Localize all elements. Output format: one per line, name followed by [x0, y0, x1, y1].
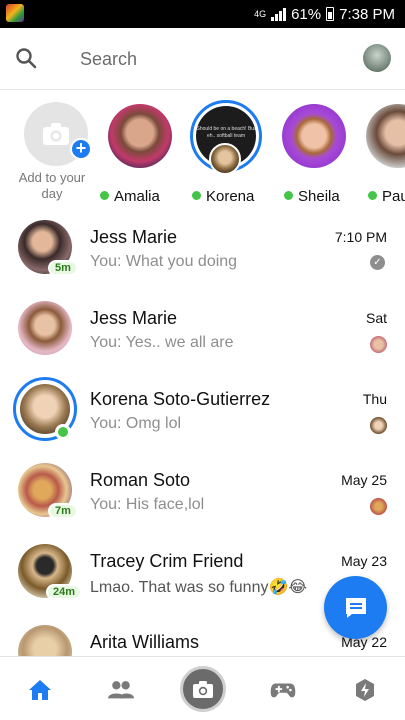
add-story-circle[interactable]: + — [24, 102, 92, 166]
online-dot — [100, 191, 109, 200]
last-message: You: His face,lol — [90, 496, 205, 513]
home-icon — [29, 680, 51, 700]
contact-name: Jess Marie — [90, 308, 178, 328]
search-input[interactable] — [80, 46, 330, 72]
profile-avatar[interactable] — [363, 44, 391, 72]
active-time-badge: 5m — [48, 260, 78, 276]
active-time-badge: 24m — [46, 584, 83, 600]
stories-row: + Add to your day Amalia Should be on a … — [0, 90, 405, 208]
new-message-button[interactable] — [324, 576, 387, 639]
contact-name: Jess Marie — [90, 227, 178, 247]
message-time: 7:10 PM — [334, 229, 387, 245]
battery-percent: 61% — [291, 5, 322, 23]
story-avatar[interactable] — [366, 104, 405, 168]
story-preview-text: Should be on a beach! But eh.. softball … — [196, 126, 256, 139]
battery-icon — [326, 7, 335, 21]
chat-row[interactable]: 7m Roman Soto You: His face,lol May 25 — [0, 451, 405, 532]
games-icon — [270, 683, 296, 698]
sent-check-icon: ✓ — [370, 255, 385, 270]
status-indicators: 4G 61% 7:38 PM — [254, 0, 395, 28]
message-time: Sat — [365, 310, 387, 326]
last-message: You: Omg lol — [90, 415, 182, 432]
search-icon[interactable] — [14, 46, 38, 70]
message-time: May 25 — [341, 472, 387, 488]
seen-avatar — [370, 417, 387, 434]
story-name: Korena — [192, 188, 282, 205]
signal-icon — [271, 7, 287, 21]
story-avatar[interactable] — [108, 104, 172, 168]
message-time: May 23 — [341, 553, 387, 569]
contact-name: Korena Soto-Gutierrez — [90, 389, 271, 409]
story-avatar-ring[interactable]: Should be on a beach! But eh.. softball … — [190, 100, 262, 175]
contact-name: Roman Soto — [90, 470, 191, 490]
contact-name: Arita Williams — [90, 632, 200, 652]
chat-row[interactable]: Jess Marie You: Yes.. we all are Sat — [0, 289, 405, 370]
nav-games[interactable] — [270, 677, 296, 703]
people-icon — [108, 681, 134, 699]
story-avatar[interactable] — [282, 104, 346, 168]
story-name: Amalia — [100, 188, 190, 205]
messenger-screen: 4G 61% 7:38 PM + — [0, 0, 405, 720]
compose-icon — [345, 597, 366, 618]
chat-row[interactable]: 5m Jess Marie You: What you doing 7:10 P… — [0, 208, 405, 289]
network-type: 4G — [254, 8, 267, 19]
online-dot — [192, 191, 201, 200]
online-dot — [55, 424, 71, 440]
camera-icon — [43, 123, 69, 145]
status-bar: 4G 61% 7:38 PM — [0, 0, 405, 28]
chat-row[interactable]: Korena Soto-Gutierrez You: Omg lol Thu — [0, 370, 405, 451]
online-dot — [284, 191, 293, 200]
avatar[interactable] — [18, 301, 72, 355]
last-message: You: What you doing — [90, 253, 238, 270]
camera-icon — [193, 681, 213, 698]
bottom-nav — [0, 656, 405, 720]
clock: 7:38 PM — [339, 5, 395, 23]
online-dot — [368, 191, 377, 200]
active-time-badge: 7m — [48, 503, 78, 519]
seen-avatar — [370, 336, 387, 353]
nav-home[interactable] — [27, 677, 53, 703]
nav-discover[interactable] — [352, 677, 378, 703]
story-name: Sheila — [284, 188, 374, 205]
contact-name: Tracey Crim Friend — [90, 551, 244, 571]
search-header — [0, 28, 405, 90]
last-message: Lmao. That was so funny🤣😂 — [90, 579, 308, 596]
message-time: Thu — [362, 391, 387, 407]
app-notification-icon — [6, 4, 24, 22]
add-story-label: Add to your day — [18, 170, 86, 201]
nav-people[interactable] — [108, 677, 134, 703]
story-small-avatar — [209, 143, 241, 175]
story-name: Pau — [368, 188, 405, 205]
discover-icon — [356, 679, 374, 701]
seen-avatar — [370, 498, 387, 515]
plus-icon: + — [70, 138, 92, 160]
last-message: You: Yes.. we all are — [90, 334, 234, 351]
nav-camera[interactable] — [180, 666, 226, 712]
